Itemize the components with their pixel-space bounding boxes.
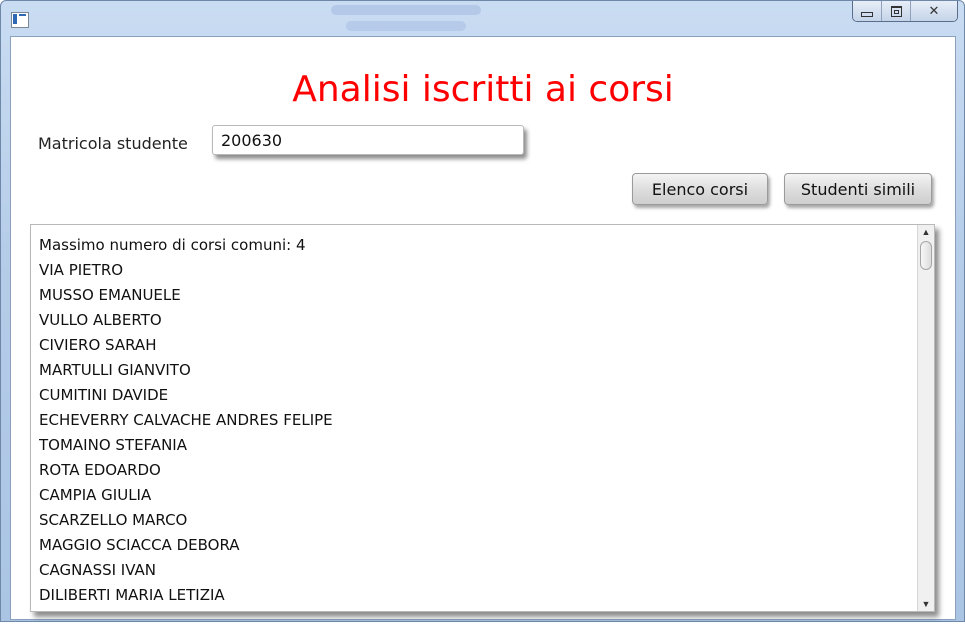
close-icon: ✕ [928,3,940,19]
result-line: ECHEVERRY CALVACHE ANDRES FELIPE [39,411,333,429]
scrollbar-thumb[interactable] [920,241,932,270]
result-line: ROTA EDOARDO [39,461,161,479]
result-line: CAGNASSI IVAN [39,561,157,579]
result-line: MARTULLI GIANVITO [39,361,191,379]
result-line: MAGGIO SCIACCA DEBORA [39,536,240,554]
results-text: Massimo numero di corsi comuni: 4 VIA PI… [39,233,906,611]
studenti-simili-button[interactable]: Studenti simili [784,173,932,205]
results-textarea[interactable]: Massimo numero di corsi comuni: 4 VIA PI… [30,224,935,612]
result-line: CAMPIA GIULIA [39,486,152,504]
result-line: CIVIERO SARAH [39,336,157,354]
result-line: CUMITINI DAVIDE [39,386,169,404]
scroll-up-icon[interactable]: ▲ [920,226,932,238]
matricola-label: Matricola studente [38,134,188,153]
result-line: SCARZELLO MARCO [39,511,188,529]
result-line: VIA PIETRO [39,261,124,279]
result-line: DILIBERTI MARIA LETIZIA [39,586,225,604]
result-line: MUSSO EMANUELE [39,286,181,304]
background-blur [331,5,481,15]
result-line: TOMAINO STEFANIA [39,436,187,454]
scroll-down-icon[interactable]: ▼ [920,598,932,610]
minimize-icon [861,11,873,17]
window-frame: ✕ Analisi iscritti ai corsi Matricola st… [0,0,965,622]
maximize-icon [890,5,902,17]
close-button[interactable]: ✕ [910,1,957,21]
page-title: Analisi iscritti ai corsi [292,69,674,110]
matricola-input[interactable]: 200630 [212,125,524,155]
background-blur [346,21,466,31]
client-area: Analisi iscritti ai corsi Matricola stud… [10,36,956,620]
result-line: VULLO ALBERTO [39,311,162,329]
vertical-scrollbar[interactable]: ▲ ▼ [917,225,934,611]
minimize-button[interactable] [853,1,881,21]
caption-buttons: ✕ [852,1,958,22]
maximize-button[interactable] [881,1,910,21]
elenco-corsi-button[interactable]: Elenco corsi [632,173,768,205]
result-line: Massimo numero di corsi comuni: 4 [39,236,306,254]
app-window-icon[interactable] [11,12,29,28]
